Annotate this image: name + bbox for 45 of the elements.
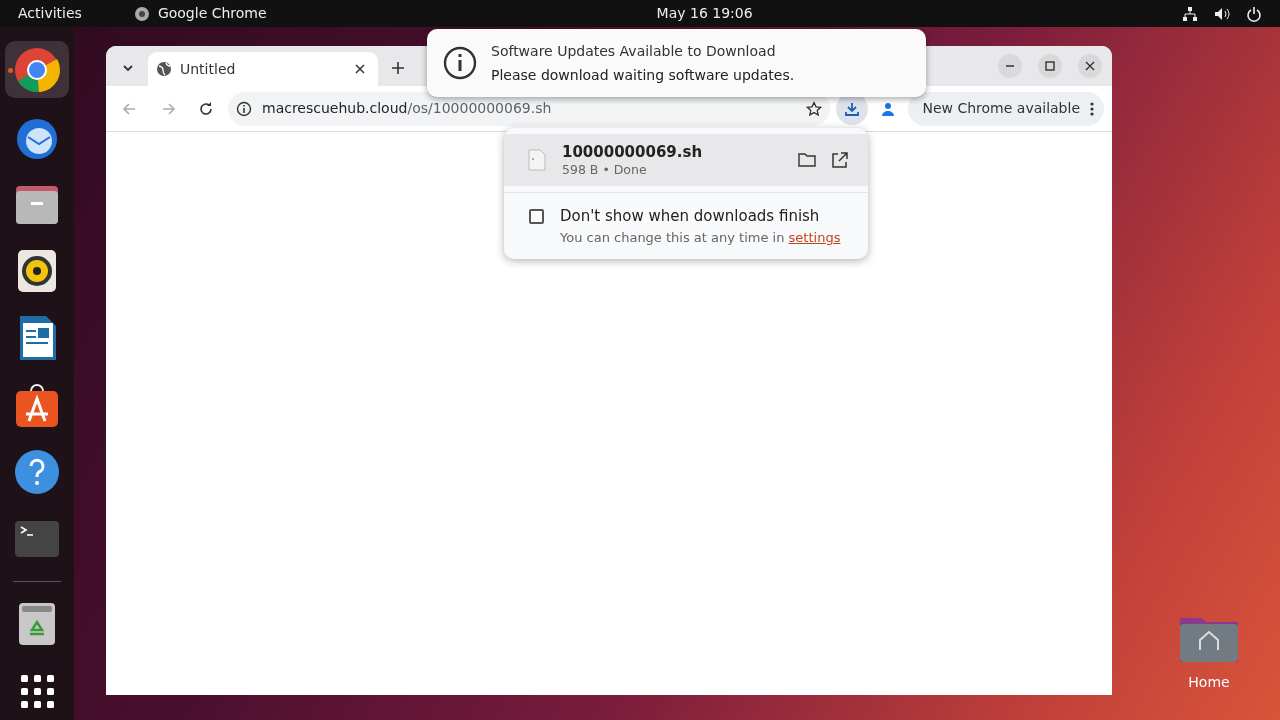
url-text: macrescuehub.cloud/os/10000000069.sh	[262, 99, 553, 118]
close-icon	[355, 64, 365, 74]
notification-body: Please download waiting software updates.	[491, 66, 795, 85]
icon-label: Home	[1188, 673, 1230, 692]
star-icon[interactable]	[806, 100, 823, 117]
globe-icon	[156, 61, 172, 77]
download-item[interactable]: 10000000069.sh 598 B • Done	[504, 134, 868, 186]
checkbox[interactable]	[529, 209, 544, 224]
reload-icon	[198, 100, 214, 117]
update-button[interactable]: New Chrome available	[908, 91, 1104, 126]
network-icon[interactable]	[1182, 5, 1198, 22]
maximize-icon	[1044, 60, 1056, 72]
person-icon	[880, 100, 897, 117]
forward-icon	[160, 100, 176, 117]
tab-title: Untitled	[180, 59, 237, 79]
checkbox-label: Don't show when downloads finish	[560, 206, 821, 227]
maximize-button[interactable]	[1038, 54, 1062, 78]
help-icon	[13, 447, 61, 496]
download-status: 598 B • Done	[562, 160, 648, 178]
plus-icon	[392, 62, 404, 74]
file-name: 10000000069.sh	[562, 142, 704, 161]
dock-item[interactable]	[5, 41, 69, 98]
chrome-icon	[13, 45, 61, 94]
close-button[interactable]	[1078, 54, 1102, 78]
settings-link[interactable]: settings	[788, 230, 841, 245]
close-icon	[1084, 60, 1096, 72]
more-icon	[1090, 100, 1094, 117]
back-icon	[122, 100, 138, 117]
chevron-down-icon	[122, 62, 134, 74]
open-external-icon[interactable]	[832, 152, 848, 168]
app-name[interactable]: Google Chrome	[157, 3, 267, 24]
info-icon	[236, 100, 252, 117]
clock[interactable]: May 16 19:06	[656, 3, 753, 24]
app-icon	[133, 5, 150, 22]
hint-text: You can change this at any time in settings	[560, 229, 841, 247]
browser-tab[interactable]: Untitled	[148, 52, 378, 86]
info-icon	[443, 46, 477, 80]
download-icon	[844, 100, 861, 117]
minimize-button[interactable]	[998, 54, 1022, 78]
activities-button[interactable]: Activities	[18, 3, 82, 24]
notification-title: Software Updates Available to Download	[491, 42, 777, 61]
power-icon[interactable]	[1246, 5, 1262, 22]
folder-icon[interactable]	[798, 152, 816, 168]
notification-card[interactable]: Software Updates Available to Download Please download waiting software updates.	[427, 29, 926, 97]
file-icon	[528, 149, 546, 171]
